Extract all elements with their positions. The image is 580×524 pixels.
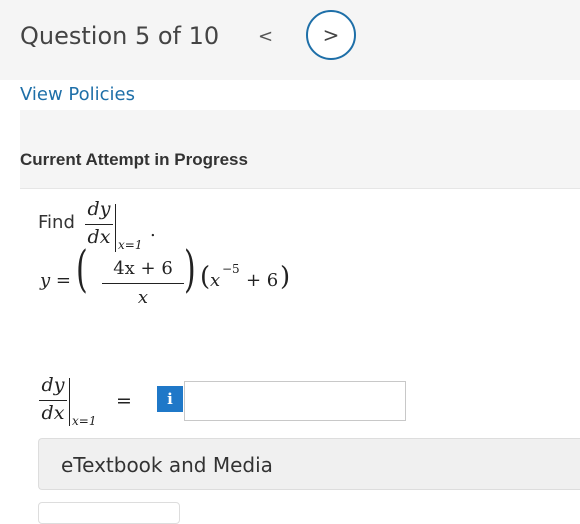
answer-dy: dy [41,374,65,396]
previous-question-button[interactable]: < [258,26,273,47]
exponent: −5 [222,262,240,276]
dx-denominator: dx [87,226,111,248]
evaluation-point: x=1 [118,238,143,252]
numerator-text: 4x + 6 [113,258,173,279]
answer-evaluation-point: x=1 [72,414,97,428]
period: . [150,220,156,241]
y-label: y = [40,270,71,291]
close-paren: ) [184,240,196,298]
open-paren: ( [76,240,88,298]
fraction-bar-2 [102,283,184,284]
x-base: x [210,270,221,291]
info-button[interactable]: i [157,386,183,412]
close-paren-2: ) [280,262,291,292]
question-counter: Question 5 of 10 [20,22,220,50]
open-paren-2: ( [200,262,211,292]
answer-equals: = [116,390,132,412]
answer-dx: dx [41,402,65,424]
evaluation-bar [115,204,116,252]
find-label: Find [38,212,75,233]
next-section-tab[interactable] [38,502,180,524]
etextbook-label: eTextbook and Media [61,453,273,477]
view-policies-link[interactable]: View Policies [20,84,135,105]
info-icon: i [167,390,173,408]
numerator: 4x + 6 [100,258,186,279]
question-header: Question 5 of 10 < > [0,0,580,80]
dy-numerator: dy [87,198,111,220]
answer-evaluation-bar [69,378,70,426]
denominator: x [137,287,149,308]
chevron-right-icon: > [322,23,340,47]
fraction-bar [85,224,113,225]
next-question-button[interactable]: > [306,10,356,60]
plus-six: + 6 [246,270,279,291]
attempt-heading: Current Attempt in Progress [20,150,248,169]
answer-input[interactable] [184,381,406,421]
y-equals: y = [40,270,71,291]
answer-fraction-bar [39,400,67,401]
etextbook-media-button[interactable]: eTextbook and Media [38,438,580,490]
